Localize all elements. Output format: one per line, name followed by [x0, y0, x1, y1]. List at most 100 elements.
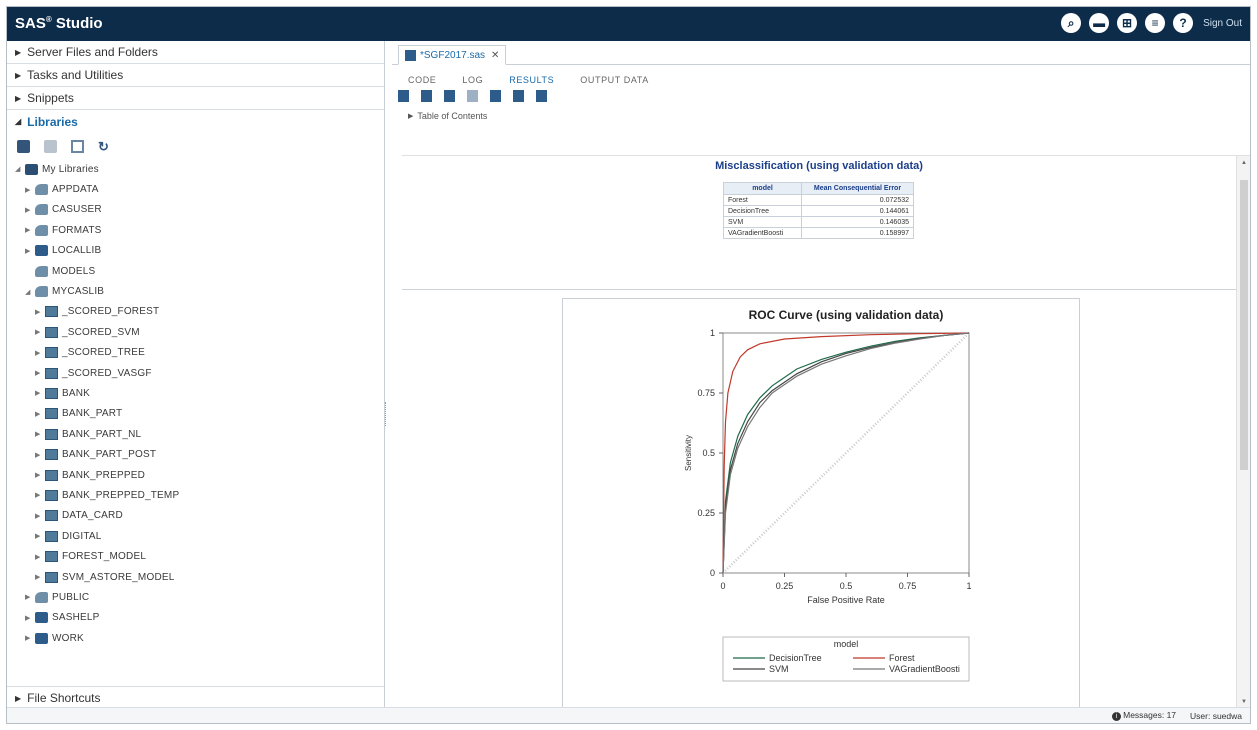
subtab-results[interactable]: RESULTS: [509, 75, 554, 85]
libraries-toolbar: ↻: [7, 133, 384, 159]
library-icon: [35, 245, 48, 257]
menu-icon[interactable]: ≡: [1145, 13, 1166, 33]
tree-node[interactable]: MODELS: [15, 261, 384, 281]
search-icon[interactable]: ⌕: [1061, 13, 1082, 33]
app-title: SAS® Studio: [15, 15, 103, 32]
section-libraries[interactable]: ◢ Libraries: [7, 110, 384, 133]
section-label: File Shortcuts: [27, 691, 101, 705]
scrollbar-thumb[interactable]: [1240, 180, 1248, 470]
section-server-files[interactable]: ▶ Server Files and Folders: [7, 41, 384, 64]
tree-node[interactable]: ▶ BANK_PREPPED_TEMP: [15, 485, 384, 505]
top-bar: SAS® Studio ⌕ ▬ ⊞ ≡ ? Sign Out: [7, 7, 1250, 41]
expand-arrow-icon: ▶: [35, 553, 41, 561]
new-library-icon[interactable]: [17, 139, 30, 153]
tree-node[interactable]: ▶ BANK: [15, 383, 384, 403]
tree-label: My Libraries: [42, 163, 99, 175]
scroll-up-icon[interactable]: ▲: [1241, 160, 1247, 166]
tree-node[interactable]: ◢ MYCASLIB: [15, 281, 384, 301]
maximize-icon[interactable]: [536, 90, 547, 102]
column-header: Mean Consequential Error: [801, 182, 914, 195]
tree-node[interactable]: ▶ PUBLIC: [15, 587, 384, 607]
tree-node[interactable]: ▶ CASUSER: [15, 200, 384, 220]
tab-sgf2017[interactable]: *SGF2017.sas ✕: [398, 45, 507, 65]
tree-label: BANK_PART_NL: [62, 428, 142, 440]
tree-node[interactable]: ▶ LOCALLIB: [15, 241, 384, 261]
download-pdf-icon[interactable]: [421, 90, 432, 102]
tree-node[interactable]: ▶ BANK_PART_NL: [15, 424, 384, 444]
x-tick-label: 0: [720, 581, 725, 591]
properties-icon[interactable]: [71, 139, 84, 153]
tree-label: CASUSER: [52, 204, 102, 216]
tree-node[interactable]: ▶ _SCORED_TREE: [15, 343, 384, 363]
legend-entry: SVM: [769, 664, 789, 674]
table-icon: [45, 551, 58, 563]
download-rtf-icon[interactable]: [444, 90, 455, 102]
tree-label: LOCALLIB: [52, 245, 102, 257]
x-tick-label: 0.5: [840, 581, 853, 591]
messages-status[interactable]: i Messages: 17: [1112, 710, 1176, 721]
print-icon[interactable]: [490, 90, 501, 102]
tree-node[interactable]: ▶ BANK_PART_POST: [15, 444, 384, 464]
refresh-icon[interactable]: ↻: [98, 140, 111, 153]
table-row: VAGradientBoosti 0.158997: [723, 227, 914, 239]
close-icon[interactable]: ✕: [491, 50, 499, 61]
expand-arrow-icon: ▶: [35, 410, 41, 418]
tree-label: BANK: [62, 387, 91, 399]
expand-arrow-icon: ▶: [35, 329, 41, 337]
folder-icon[interactable]: ▬: [1089, 13, 1110, 33]
scroll-down-icon[interactable]: ▼: [1241, 699, 1247, 705]
section-file-shortcuts[interactable]: ▶ File Shortcuts: [7, 686, 384, 709]
tree-node[interactable]: ▶ FOREST_MODEL: [15, 546, 384, 566]
tree-node[interactable]: ▶ DIGITAL: [15, 526, 384, 546]
user-status: User: suedwa: [1190, 710, 1242, 721]
grid-icon[interactable]: ⊞: [1117, 13, 1138, 33]
expand-arrow-icon: ▶: [15, 93, 22, 103]
x-axis-label: False Positive Rate: [807, 595, 885, 605]
tree-root-my-libraries[interactable]: ◢ My Libraries: [15, 159, 384, 179]
pane-resize-handle[interactable]: [385, 402, 388, 426]
tree-node[interactable]: ▶ _SCORED_FOREST: [15, 302, 384, 322]
table-icon: [45, 387, 58, 399]
tree-label: PUBLIC: [52, 591, 90, 603]
cell-model: DecisionTree: [723, 205, 802, 217]
brand-product: Studio: [55, 15, 103, 32]
delete-icon[interactable]: [44, 139, 57, 153]
tree-node[interactable]: ▶ SASHELP: [15, 608, 384, 628]
collapse-arrow-icon: ◢: [15, 117, 22, 126]
tree-node[interactable]: ▶ DATA_CARD: [15, 506, 384, 526]
collapse-arrow-icon: ◢: [25, 288, 31, 296]
download-icon[interactable]: [467, 90, 478, 102]
tree-label: MYCASLIB: [52, 286, 105, 298]
table-icon: [45, 571, 58, 583]
tree-node[interactable]: ▶ BANK_PREPPED: [15, 465, 384, 485]
tree-node[interactable]: ▶ SVM_ASTORE_MODEL: [15, 567, 384, 587]
tree-node[interactable]: ▶ _SCORED_VASGF: [15, 363, 384, 383]
open-new-window-icon[interactable]: [513, 90, 524, 102]
tree-node[interactable]: ▶ _SCORED_SVM: [15, 322, 384, 342]
roc-chart-frame: ROC Curve (using validation data) 0 0 0.25 0…: [562, 298, 1080, 709]
tree-node[interactable]: ▶ FORMATS: [15, 220, 384, 240]
table-icon: [45, 408, 58, 420]
download-html-icon[interactable]: [398, 90, 409, 102]
subtab-code[interactable]: CODE: [408, 75, 436, 85]
subtab-output-data[interactable]: OUTPUT DATA: [580, 75, 649, 85]
sign-out-link[interactable]: Sign Out: [1203, 18, 1242, 29]
help-icon[interactable]: ?: [1173, 13, 1194, 33]
tree-node[interactable]: ▶ BANK_PART: [15, 404, 384, 424]
expand-arrow-icon: ▶: [25, 206, 31, 214]
subtab-log[interactable]: LOG: [462, 75, 483, 85]
section-tasks[interactable]: ▶ Tasks and Utilities: [7, 64, 384, 87]
expand-arrow-icon: ▶: [15, 693, 22, 703]
table-of-contents[interactable]: ▶ Table of Contents: [392, 107, 1250, 125]
y-tick-label: 1: [710, 328, 715, 338]
table-icon: [45, 510, 58, 522]
results-scrollbar[interactable]: ▲ ▼: [1236, 156, 1250, 709]
tree-label: BANK_PART: [62, 408, 123, 420]
misclassification-title: Misclassification (using validation data…: [715, 160, 923, 172]
section-snippets[interactable]: ▶ Snippets: [7, 87, 384, 110]
expand-arrow-icon: ▶: [25, 186, 31, 194]
tree-node[interactable]: ▶ WORK: [15, 628, 384, 648]
tree-node[interactable]: ▶ APPDATA: [15, 179, 384, 199]
legend-title: model: [834, 639, 859, 649]
misclassification-table: model Mean Consequential Error Forest 0.0…: [723, 182, 914, 239]
